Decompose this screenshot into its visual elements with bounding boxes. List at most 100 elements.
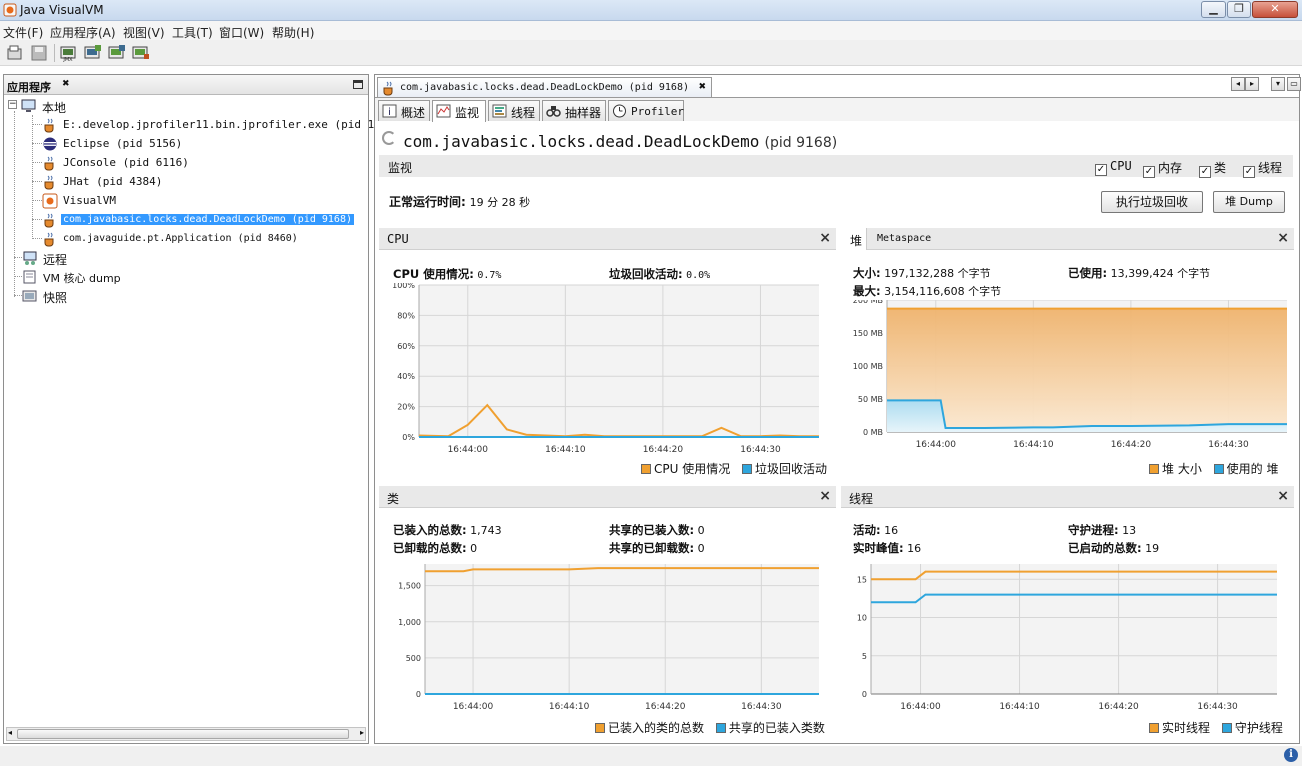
scroll-tabs-left-icon[interactable]: ◂ <box>1231 77 1245 91</box>
horizontal-scrollbar[interactable]: ◂ ▸ <box>6 727 366 741</box>
threads-chart: 16:44:00 16:44:10 16:44:20 16:44:30 0 5 10 15 <box>857 564 1277 712</box>
classes-chart: 16:44:00 16:44:10 16:44:20 16:44:30 0 500 1,00… <box>398 564 819 712</box>
close-panel-icon[interactable]: × <box>819 488 831 504</box>
menu-help[interactable]: 帮助(H) <box>272 24 314 41</box>
tree-label: com.javaguide.pt.Application (pid 8460) <box>63 233 298 244</box>
checkbox-memory[interactable]: ✓ 内存 <box>1143 159 1182 178</box>
tree-item-javaguide-application[interactable]: com.javaguide.pt.Application (pid 8460) <box>42 230 342 248</box>
close-panel-icon[interactable]: × <box>819 230 831 246</box>
close-tab-icon[interactable]: ✖ <box>62 79 70 89</box>
daemon-threads-stat: 守护进程: 13 <box>1068 523 1137 537</box>
menu-bar: 文件(F) 应用程序(A) 视图(V) 工具(T) 窗口(W) 帮助(H) <box>0 21 1302 40</box>
checkbox-cpu[interactable]: ✓ CPU <box>1095 159 1132 176</box>
save-snapshot-icon[interactable] <box>30 44 48 62</box>
x-tick-label: 16:44:10 <box>999 702 1040 712</box>
tab-list-dropdown-icon[interactable]: ▾ <box>1271 77 1285 91</box>
heap-panel-header: 堆 Metaspace × <box>841 228 1294 250</box>
y-tick-label: 50 MB <box>858 395 883 404</box>
close-panel-icon[interactable]: × <box>1277 488 1289 504</box>
thread-dump-icon[interactable] <box>108 44 126 62</box>
tree-line <box>14 276 22 277</box>
applications-panel-header: 应用程序 ✖ <box>4 75 368 95</box>
tree-node-vm-coredump[interactable]: VM 核心 dump <box>22 268 172 286</box>
shared-unloaded-stat: 共享的已卸载数: 0 <box>609 541 705 555</box>
y-tick-label: 0 <box>862 690 867 699</box>
monitor-label: 监视 <box>388 161 413 175</box>
tree-item-jhat[interactable]: JHat (pid 4384) <box>42 173 242 191</box>
menu-window[interactable]: 窗口(W) <box>219 24 264 41</box>
close-button[interactable]: ✕ <box>1252 1 1298 18</box>
scroll-left-icon[interactable]: ◂ <box>8 728 12 737</box>
heap-dump-icon[interactable] <box>84 44 102 62</box>
checkbox-threads[interactable]: ✓ 线程 <box>1243 159 1282 178</box>
threads-chart-legend: 实时线程 守护线程 <box>1149 719 1283 736</box>
tree-item-eclipse[interactable]: Eclipse (pid 5156) <box>42 135 242 153</box>
tab-metaspace[interactable]: Metaspace <box>877 233 931 244</box>
tab-heap[interactable]: 堆 <box>841 228 867 250</box>
document-tab[interactable]: com.javabasic.locks.dead.DeadLockDemo (p… <box>377 77 712 97</box>
heap-dump-button[interactable]: 堆 Dump <box>1213 191 1285 213</box>
classes-chart-legend: 已装入的类的总数 共享的已装入类数 <box>595 719 825 736</box>
y-tick-label: 20% <box>397 403 415 412</box>
tree-item-jprofiler[interactable]: E:.develop.jprofiler11.bin.jprofiler.exe… <box>42 116 401 134</box>
tree-item-visualvm[interactable]: VisualVM <box>42 192 242 210</box>
tab-profiler[interactable]: Profiler <box>608 100 684 121</box>
x-tick-label: 16:44:00 <box>916 440 957 450</box>
tree-node-remote[interactable]: 远程 <box>22 249 142 267</box>
tab-sampler[interactable]: 抽样器 <box>542 100 606 121</box>
minimize-panel-icon[interactable] <box>353 80 363 89</box>
tree-line <box>32 238 42 239</box>
tab-threads[interactable]: 线程 <box>488 100 540 121</box>
maximize-view-icon[interactable]: ▭ <box>1287 77 1301 91</box>
scroll-tabs-right-icon[interactable]: ▸ <box>1245 77 1259 91</box>
tree-node-snapshots[interactable]: 快照 <box>22 287 142 305</box>
tab-overview[interactable]: i 概述 <box>378 100 430 121</box>
applications-tab-title[interactable]: 应用程序 <box>7 79 51 95</box>
y-tick-label: 100 MB <box>853 362 883 371</box>
title-bar: Java VisualVM ▁ ❐ ✕ <box>0 0 1302 21</box>
close-tab-icon[interactable]: ✖ <box>698 82 706 92</box>
panel-title: 类 <box>387 492 400 506</box>
notifications-info-icon[interactable]: i <box>1284 748 1298 762</box>
heap-chart-legend: 堆 大小 使用的 堆 <box>1149 460 1278 477</box>
checkbox-classes[interactable]: ✓ 类 <box>1199 159 1226 178</box>
minimize-button[interactable]: ▁ <box>1201 1 1226 18</box>
heap-chart: 16:44:00 16:44:10 16:44:20 16:44:30 0 MB 50 M… <box>853 300 1287 450</box>
y-tick-label: 60% <box>397 342 415 351</box>
tree-label: 本地 <box>42 101 67 115</box>
menu-file[interactable]: 文件(F) <box>3 24 43 41</box>
tree-line <box>32 200 42 201</box>
tab-monitor[interactable]: 监视 <box>432 100 486 122</box>
x-tick-label: 16:44:20 <box>645 702 686 712</box>
menu-applications[interactable]: 应用程序(A) <box>50 24 116 41</box>
threads-panel-header: 线程 × <box>841 486 1294 508</box>
tree-node-local[interactable]: − 本地 <box>7 97 127 115</box>
menu-view[interactable]: 视图(V) <box>123 24 165 41</box>
scrollbar-thumb[interactable] <box>17 729 349 739</box>
tree-line <box>32 115 33 239</box>
tree-label: Eclipse (pid 5156) <box>63 137 183 150</box>
cpu-usage-stat: CPU 使用情况: 0.7% <box>393 267 502 281</box>
snapshot-icon[interactable] <box>132 44 150 62</box>
x-tick-label: 16:44:00 <box>453 702 494 712</box>
open-file-icon[interactable] <box>6 44 24 62</box>
scroll-right-icon[interactable]: ▸ <box>360 728 364 737</box>
loading-spinner-icon <box>382 131 396 145</box>
add-jmx-icon[interactable]: JMX <box>60 44 78 62</box>
java-cup-icon <box>44 156 54 171</box>
classes-panel: 类 × 已装入的总数: 1,743 共享的已装入数: 0 已卸载的总数: 0 共… <box>379 486 836 741</box>
menu-tools[interactable]: 工具(T) <box>172 24 213 41</box>
y-tick-label: 40% <box>397 372 415 381</box>
tree-item-deadlockdemo[interactable]: com.javabasic.locks.dead.DeadLockDemo (p… <box>42 211 368 229</box>
y-tick-label: 15 <box>857 575 867 584</box>
tree-item-jconsole[interactable]: JConsole (pid 6116) <box>42 154 242 172</box>
loaded-total-stat: 已装入的总数: 1,743 <box>393 523 502 537</box>
started-threads-stat: 已启动的总数: 19 <box>1068 541 1160 555</box>
close-panel-icon[interactable]: × <box>1277 230 1289 246</box>
expand-toggle-icon[interactable]: − <box>8 100 17 109</box>
perform-gc-button[interactable]: 执行垃圾回收 <box>1101 191 1203 213</box>
uptime: 正常运行时间: 19 分 28 秒 <box>389 195 531 209</box>
threads-icon <box>492 104 507 118</box>
live-threads-stat: 活动: 16 <box>853 523 899 537</box>
maximize-button[interactable]: ❐ <box>1227 1 1251 18</box>
